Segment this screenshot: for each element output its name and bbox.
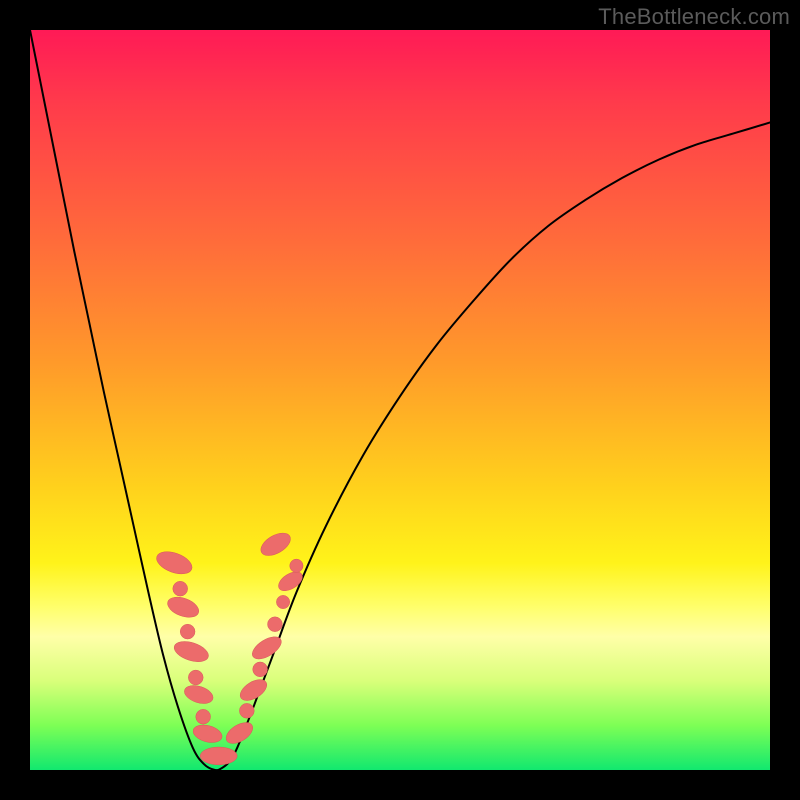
curve-marker bbox=[165, 593, 202, 621]
curve-marker bbox=[257, 528, 294, 560]
curve-marker bbox=[191, 722, 224, 745]
curve-marker bbox=[275, 568, 305, 595]
curve-marker bbox=[154, 547, 195, 578]
curve-overlay bbox=[30, 30, 770, 770]
curve-marker bbox=[173, 581, 188, 596]
curve-marker bbox=[180, 624, 195, 639]
curve-path bbox=[30, 30, 770, 770]
curve-marker bbox=[188, 670, 203, 685]
curve-marker bbox=[196, 709, 211, 724]
chart-stage: TheBottleneck.com bbox=[0, 0, 800, 800]
bottleneck-curve bbox=[30, 30, 770, 770]
curve-marker bbox=[182, 682, 215, 707]
curve-marker bbox=[172, 638, 211, 666]
attribution-label: TheBottleneck.com bbox=[598, 4, 790, 30]
curve-marker bbox=[290, 559, 303, 572]
curve-marker bbox=[276, 595, 289, 608]
curve-marker bbox=[237, 675, 271, 704]
curve-marker bbox=[253, 662, 268, 677]
curve-marker bbox=[200, 747, 237, 765]
curve-marker bbox=[239, 703, 254, 718]
curve-markers bbox=[154, 528, 306, 764]
curve-marker bbox=[268, 617, 283, 632]
